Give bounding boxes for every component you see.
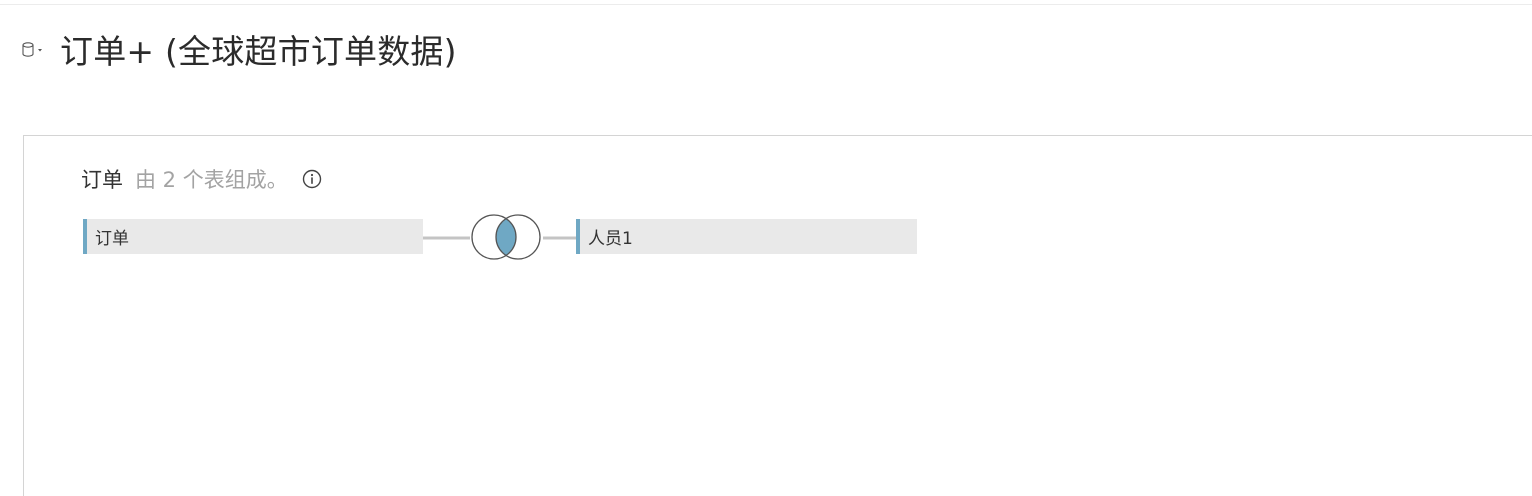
info-icon[interactable]: [302, 169, 322, 189]
physical-table-left-label: 订单: [95, 229, 129, 249]
datasource-title[interactable]: 订单+ (全球超市订单数据): [60, 30, 457, 74]
physical-table-right-label: 人员1: [588, 229, 633, 249]
inner-join-icon[interactable]: [423, 212, 576, 262]
logical-table-description: 由 2 个表组成。: [135, 168, 288, 192]
physical-table-left[interactable]: 订单: [83, 219, 423, 254]
logical-table-header: 订单 由 2 个表组成。: [81, 164, 322, 194]
physical-table-right[interactable]: 人员1: [576, 219, 917, 254]
top-border: [0, 0, 1532, 5]
database-icon[interactable]: [21, 41, 45, 59]
logical-table-name[interactable]: 订单: [81, 164, 123, 194]
